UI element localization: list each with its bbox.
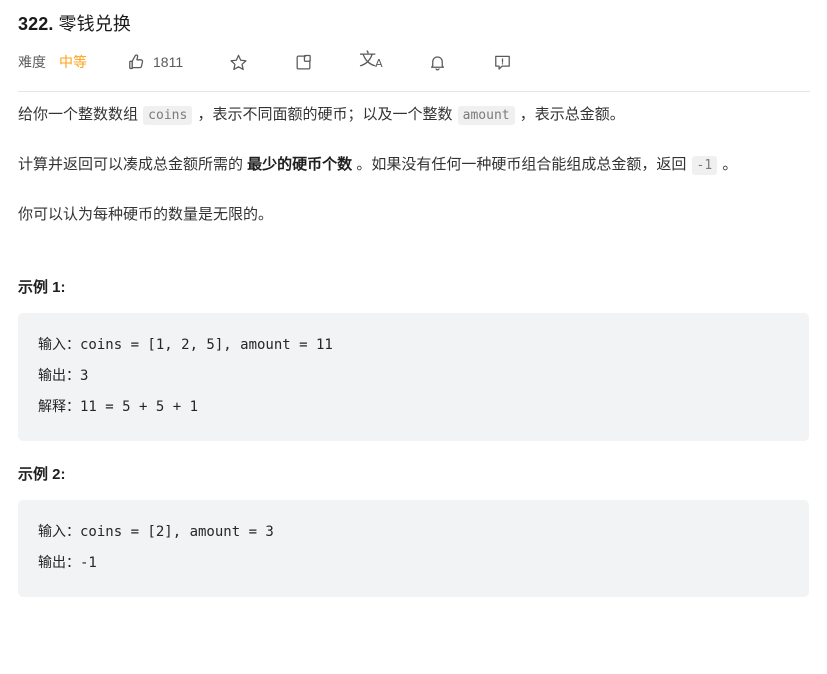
title-row: 322. 零钱兑换 <box>0 0 827 37</box>
like-count: 1811 <box>153 54 184 70</box>
example-2-code: 输入：coins = [2], amount = 3 输出：-1 <box>18 500 809 597</box>
problem-content: 给你一个整数数组 coins ，表示不同面额的硬币；以及一个整数 amount … <box>0 100 827 597</box>
share-button[interactable] <box>294 53 313 72</box>
desc-p1-text1: 给你一个整数数组 <box>18 106 143 123</box>
bell-icon <box>428 53 447 72</box>
thumbs-up-icon <box>127 53 146 72</box>
favorite-button[interactable] <box>229 53 248 72</box>
problem-title-text: 零钱兑换 <box>58 14 131 34</box>
desc-p1-text2: ，表示不同面额的硬币；以及一个整数 <box>193 106 457 123</box>
description-paragraph-2: 计算并返回可以凑成总金额所需的 最少的硬币个数 。如果没有任何一种硬币组合能组成… <box>18 150 809 181</box>
action-group: 1811 文A <box>127 52 512 72</box>
description-paragraph-1: 给你一个整数数组 coins ，表示不同面额的硬币；以及一个整数 amount … <box>18 100 809 131</box>
inline-code-minus-one: -1 <box>691 156 718 175</box>
desc-p2-text2: 。如果没有任何一种硬币组合能组成总金额，返回 <box>352 156 691 173</box>
desc-p2-text1: 计算并返回可以凑成总金额所需的 <box>18 156 248 173</box>
header-divider <box>18 91 810 92</box>
desc-p1-text3: ，表示总金额。 <box>515 106 625 123</box>
example-1-code: 输入：coins = [1, 2, 5], amount = 11 输出：3 解… <box>18 313 809 441</box>
comment-report-icon <box>493 53 512 72</box>
desc-p2-bold: 最少的硬币个数 <box>247 156 353 173</box>
difficulty-label: 难度 <box>18 54 46 70</box>
report-button[interactable] <box>493 53 512 72</box>
example-2-heading: 示例 2: <box>18 466 66 483</box>
desc-p2-text3: 。 <box>718 156 738 173</box>
translate-icon-sub: A <box>375 57 382 70</box>
like-button[interactable]: 1811 <box>127 53 183 72</box>
problem-number: 322. <box>18 14 54 34</box>
translate-button[interactable]: 文A <box>359 52 382 72</box>
star-icon <box>229 53 248 72</box>
inline-code-amount: amount <box>457 106 515 125</box>
meta-action-bar: 难度 中等 1811 文A <box>0 37 827 77</box>
problem-page: 322. 零钱兑换 难度 中等 1811 文A 给你一个整数数组 coins ，… <box>0 0 827 674</box>
translate-icon-glyph: 文 <box>359 50 376 70</box>
description-paragraph-3: 你可以认为每种硬币的数量是无限的。 <box>18 206 274 223</box>
page-title: 322. 零钱兑换 <box>18 11 809 37</box>
difficulty-badge: 中等 <box>59 54 87 70</box>
translate-icon: 文A <box>359 52 382 72</box>
example-spacer <box>18 441 809 463</box>
notification-button[interactable] <box>428 53 447 72</box>
inline-code-coins: coins <box>143 106 193 125</box>
share-icon <box>294 53 313 72</box>
example-1-heading: 示例 1: <box>18 279 66 296</box>
